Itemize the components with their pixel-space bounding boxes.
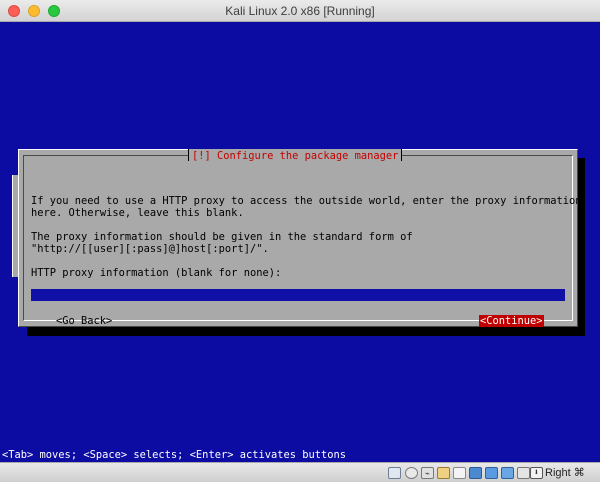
usb-icon[interactable]: ⌁ [421,467,434,479]
dialog-title: [!] Configure the package manager [188,149,403,163]
keyboard-help-line: <Tab> moves; <Space> selects; <Enter> ac… [2,449,347,461]
info-line-3: The proxy information should be given in… [31,231,413,243]
network-icon[interactable] [469,467,482,479]
capture-icon[interactable] [485,467,498,479]
proxy-field-label: HTTP proxy information (blank for none): [31,267,282,279]
info-line-4: "http://[[user][:pass]@]host[:port]/". [31,243,269,255]
keyboard-capture-icon[interactable]: ⬇ [530,467,543,479]
window-title: Kali Linux 2.0 x86 [Running] [225,4,375,18]
display-icon[interactable] [453,467,466,479]
proxy-input[interactable] [31,289,565,301]
cpu-icon[interactable] [517,467,530,479]
window-titlebar[interactable]: Kali Linux 2.0 x86 [Running] [0,0,600,22]
info-line-2: here. Otherwise, leave this blank. [31,207,244,219]
hard-disk-icon[interactable] [388,467,401,479]
host-key-label: Right ⌘ [545,467,585,479]
info-line-1: If you need to use a HTTP proxy to acces… [31,195,582,207]
package-manager-dialog: [!] Configure the package manager If you… [18,149,582,327]
optical-drive-icon[interactable] [405,467,418,479]
vm-screen[interactable]: [!] Configure the package manager If you… [0,22,600,462]
shared-folder-icon[interactable] [437,467,450,479]
go-back-button[interactable]: <Go Back> [55,315,113,327]
recording-icon[interactable] [501,467,514,479]
continue-button[interactable]: <Continue> [479,315,544,327]
vbox-status-bar: ⌁ ⬇ Right ⌘ [0,462,600,482]
